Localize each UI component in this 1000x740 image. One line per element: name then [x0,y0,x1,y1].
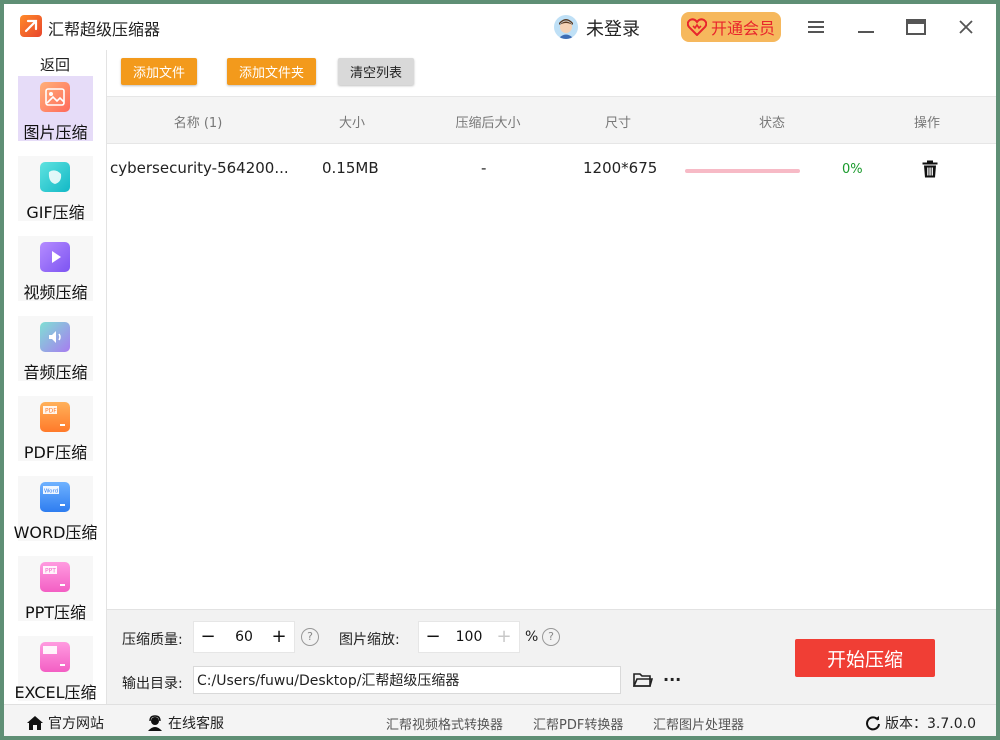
sidebar-item-label: GIF压缩 [26,203,85,222]
refresh-icon [866,716,880,731]
login-status[interactable]: 未登录 [586,15,640,41]
sidebar-item-label: EXCEL压缩 [14,683,97,702]
app-title: 汇帮超级压缩器 [48,20,161,39]
column-size: 大小 [338,116,365,131]
app-logo-icon [20,15,42,37]
quality-value[interactable]: 60 [224,629,264,645]
quality-stepper[interactable]: − 60 + [193,621,295,653]
progress-percent: 0% [842,162,863,177]
version-label: 版本：3.7.0.0 [885,716,976,732]
image-processor-link[interactable]: 汇帮图片处理器 [653,714,744,733]
ppt-icon: PPT [40,562,70,592]
column-dimensions: 尺寸 [604,116,631,131]
home-icon [27,716,43,730]
image-icon [40,82,70,112]
sidebar-item-pdf[interactable]: PDF PDF压缩 [18,396,93,462]
online-support-link[interactable]: 在线客服 [146,713,224,733]
version-info[interactable]: 版本：3.7.0.0 [865,713,976,733]
vip-heart-icon [686,18,707,36]
folder-icon[interactable] [632,672,654,692]
scale-label: 图片缩放: [339,632,400,648]
online-support-label: 在线客服 [168,716,224,732]
official-website-label: 官方网站 [48,716,104,732]
official-website-link[interactable]: 官方网站 [26,713,104,733]
file-name: cybersecurity-564200... [110,159,289,177]
sidebar-item-label: 图片压缩 [23,123,88,142]
start-compress-button[interactable]: 开始压缩 [795,639,935,677]
vip-button[interactable]: 开通会员 [681,12,781,42]
table-row[interactable]: cybersecurity-564200... 0.15MB - 1200*67… [107,144,996,192]
column-compressed-size: 压缩后大小 [455,116,521,131]
sidebar-item-word[interactable]: Word WORD压缩 [14,476,97,542]
scale-unit: % [525,629,539,645]
settings-panel: 压缩质量: − 60 + ? 图片缩放: − 100 + % ? 输出目录: C… [107,609,996,705]
scale-decrease-button[interactable]: − [419,622,447,652]
status-bar: 官方网站 在线客服 汇帮视频格式转换器 汇帮PDF转换器 汇帮图片处理器 版本：… [4,704,996,736]
word-icon: Word [40,482,70,512]
close-icon[interactable] [951,14,981,40]
column-actions: 操作 [913,116,940,131]
sidebar-item-label: PPT压缩 [24,603,87,622]
add-file-button[interactable]: 添加文件 [121,58,198,85]
scale-value[interactable]: 100 [449,629,489,645]
column-name[interactable]: 名称 (1) [163,112,233,131]
sidebar: 返回 图片压缩 GIF压缩 视频压缩 音频压缩 PDF PDF压缩 Word W… [4,50,106,704]
svg-text:PPT: PPT [45,568,56,575]
output-path-field[interactable]: C:/Users/fuwu/Desktop/汇帮超级压缩器 [193,666,621,694]
minimize-icon[interactable] [851,14,881,40]
file-dimensions: 1200*675 [583,159,658,177]
video-icon [40,242,70,272]
quality-help-icon[interactable]: ? [301,628,319,646]
progress-bar [685,169,800,173]
add-folder-button[interactable]: 添加文件夹 [227,58,317,85]
pdf-icon: PDF [40,402,70,432]
file-size: 0.15MB [322,159,379,177]
svg-text:PDF: PDF [45,408,57,415]
scale-increase-button[interactable]: + [490,622,518,652]
pdf-converter-link[interactable]: 汇帮PDF转换器 [533,714,623,733]
quality-increase-button[interactable]: + [265,622,293,652]
sidebar-item-excel[interactable]: EXCEL压缩 [14,636,97,702]
sidebar-item-audio[interactable]: 音频压缩 [18,316,93,382]
column-status: 状态 [758,116,785,131]
excel-icon [40,642,70,672]
scale-help-icon[interactable]: ? [542,628,560,646]
compressed-size: - [481,159,487,177]
app-window: 汇帮超级压缩器 未登录 开通会员 返回 图片压缩 GIF压缩 视频压缩 音频压缩… [4,4,996,736]
maximize-icon[interactable] [901,14,931,40]
menu-icon[interactable] [801,14,831,40]
user-avatar-icon[interactable] [554,15,578,39]
vip-label: 开通会员 [710,19,775,38]
svg-text:Word: Word [44,489,58,495]
quality-label: 压缩质量: [122,632,183,648]
sidebar-item-image[interactable]: 图片压缩 [18,76,93,142]
video-converter-link[interactable]: 汇帮视频格式转换器 [386,714,503,733]
sidebar-item-label: PDF压缩 [23,443,88,462]
output-label: 输出目录: [122,676,183,692]
gif-icon [40,162,70,192]
sidebar-item-label: 音频压缩 [23,363,88,382]
clear-list-button[interactable]: 清空列表 [338,58,415,85]
delete-icon[interactable] [921,160,939,182]
sidebar-item-video[interactable]: 视频压缩 [18,236,93,302]
audio-icon [40,322,70,352]
scale-stepper[interactable]: − 100 + [418,621,520,653]
support-icon [148,715,162,731]
file-table-header: 名称 (1) 大小 压缩后大小 尺寸 状态 操作 [107,96,996,144]
back-button[interactable]: 返回 [4,54,106,75]
sidebar-item-ppt[interactable]: PPT PPT压缩 [18,556,93,622]
sidebar-item-label: 视频压缩 [23,283,88,302]
title-bar: 汇帮超级压缩器 未登录 开通会员 [4,4,996,50]
more-options-icon[interactable]: ··· [663,670,681,689]
sidebar-item-gif[interactable]: GIF压缩 [18,156,93,222]
quality-decrease-button[interactable]: − [194,622,222,652]
sidebar-item-label: WORD压缩 [13,523,98,542]
